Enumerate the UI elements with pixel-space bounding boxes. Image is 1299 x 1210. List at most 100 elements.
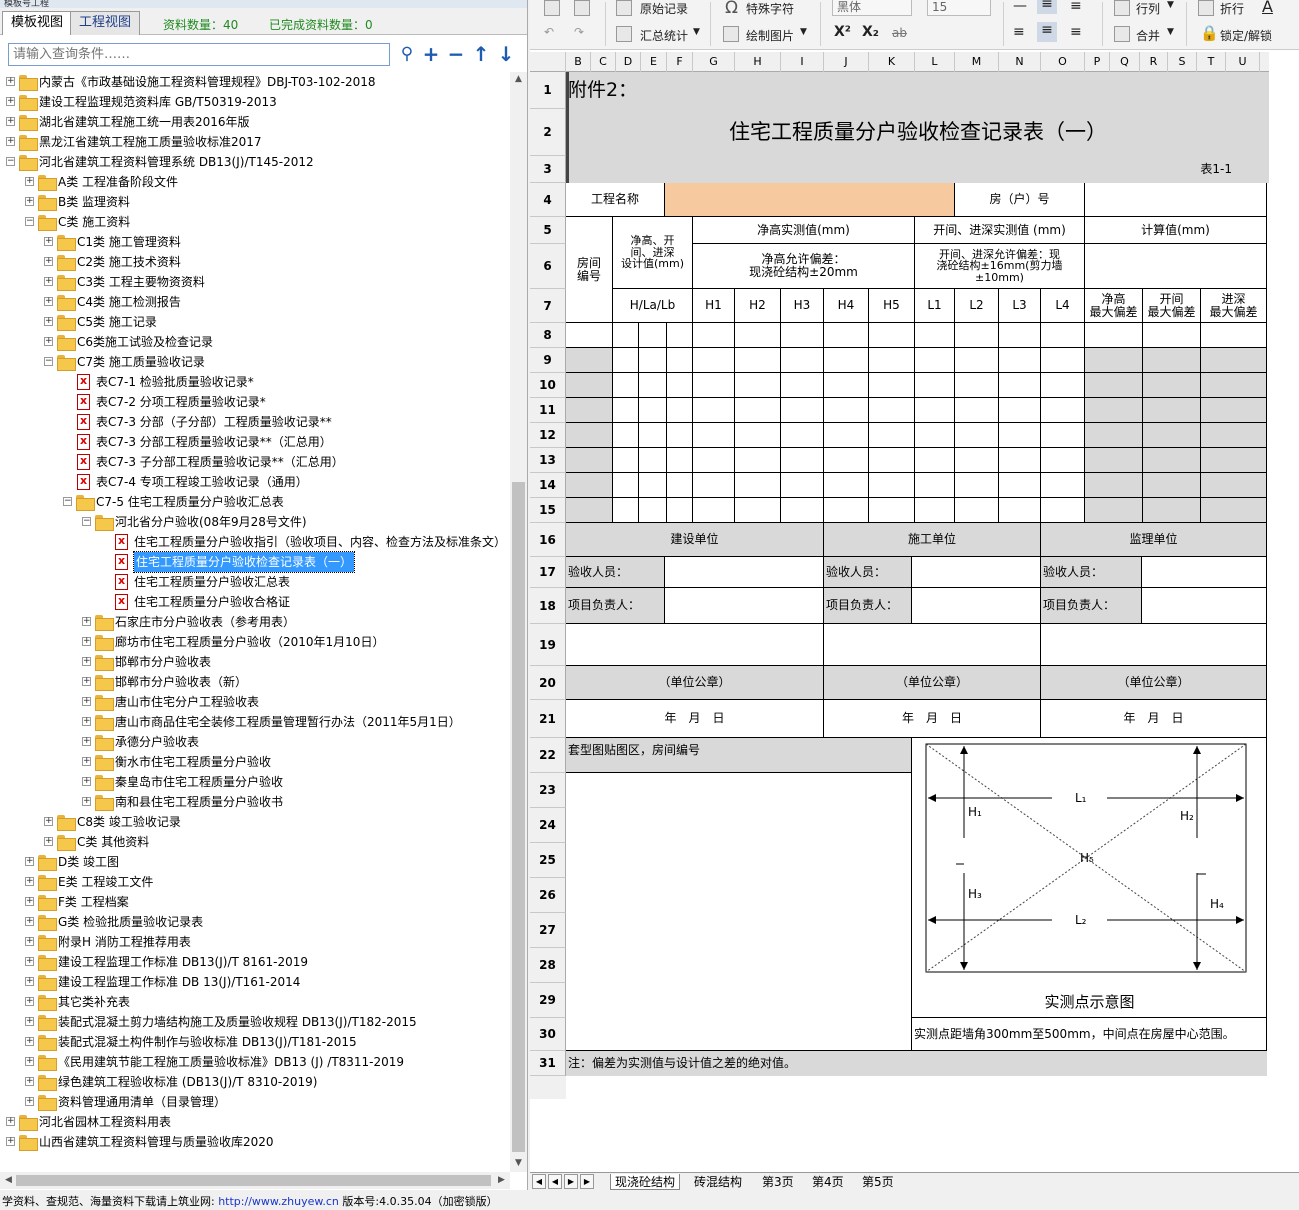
footnote[interactable]: 注：偏差为实测值与设计值之差的绝对值。 [566, 1051, 1267, 1076]
max-deviation-cell[interactable] [1201, 498, 1267, 523]
height-input-cell[interactable] [735, 448, 781, 473]
design-value-cell[interactable] [667, 473, 693, 498]
expand-icon[interactable]: + [82, 797, 91, 806]
date-label[interactable]: 年 月 日 [824, 700, 1041, 738]
max-deviation-cell[interactable] [1085, 473, 1143, 498]
expand-icon[interactable]: + [25, 1037, 34, 1046]
unit-header[interactable]: 监理单位 [1041, 523, 1267, 557]
row-header[interactable]: 26 [530, 878, 566, 913]
expand-icon[interactable]: + [44, 317, 53, 326]
room-number-cell[interactable] [566, 423, 613, 448]
tree-node-label[interactable]: 表C7-4 专项工程竣工验收记录（通用） [96, 472, 308, 492]
tree-node-label[interactable]: C7类 施工质量验收记录 [77, 352, 205, 372]
opening-input-cell[interactable] [955, 323, 999, 348]
tree-node-label-selected[interactable]: 住宅工程质量分户验收检查记录表（一） [132, 551, 356, 573]
expand-icon[interactable]: + [25, 1077, 34, 1086]
tree-node[interactable]: + 邯郸市分户验收表 [0, 652, 510, 672]
max-deviation-cell[interactable] [1201, 473, 1267, 498]
column-header[interactable]: L [915, 52, 955, 72]
height-input-cell[interactable] [735, 423, 781, 448]
max-deviation-cell[interactable] [1201, 323, 1267, 348]
project-name-label[interactable]: 工程名称 [566, 183, 665, 217]
special-char-button[interactable]: 特殊字符 [746, 0, 794, 17]
align-left-icon[interactable]: ≡ [1013, 24, 1025, 40]
tree-node[interactable]: + 南和县住宅工程质量分户验收书 [0, 792, 510, 812]
max-deviation-cell[interactable] [1085, 323, 1143, 348]
height-input-cell[interactable] [735, 323, 781, 348]
tree-node-label[interactable]: 表C7-2 分项工程质量验收记录* [96, 392, 266, 412]
room-number-header[interactable]: 房间 编号 [566, 217, 613, 323]
unit-seal-label[interactable]: （单位公章） [824, 666, 1041, 700]
max-deviation-cell[interactable] [1201, 348, 1267, 373]
original-record-button[interactable]: 原始记录 [640, 0, 688, 17]
tree-node[interactable]: 表C7-2 分项工程质量验收记录* [0, 392, 510, 412]
design-value-cell[interactable] [613, 373, 639, 398]
last-sheet-icon[interactable]: ▶ [580, 1174, 594, 1189]
chevron-down-icon[interactable]: ▼ [1167, 0, 1174, 10]
hla-header[interactable]: H/La/Lb [613, 289, 693, 323]
opening-input-cell[interactable] [955, 398, 999, 423]
collapse-icon[interactable]: − [6, 157, 15, 166]
tree-node-label[interactable]: 邯郸市分户验收表（新） [115, 672, 247, 692]
design-value-cell[interactable] [667, 398, 693, 423]
tree-node-label[interactable]: 河北省园林工程资料用表 [39, 1112, 171, 1132]
expand-icon[interactable]: + [82, 717, 91, 726]
opening-input-cell[interactable] [955, 473, 999, 498]
tree-node[interactable]: + C3类 工程主要物资资料 [0, 272, 510, 292]
height-tolerance-note[interactable]: 净高允许偏差： 现浇砼结构±20mm [693, 244, 915, 289]
column-header[interactable]: E [641, 52, 667, 72]
design-value-cell[interactable] [613, 398, 639, 423]
expand-icon[interactable]: + [82, 757, 91, 766]
height-input-cell[interactable] [693, 423, 735, 448]
opening-input-cell[interactable] [915, 473, 955, 498]
collapse-icon[interactable]: − [63, 497, 72, 506]
expand-icon[interactable]: + [25, 937, 34, 946]
expand-icon[interactable]: + [25, 1097, 34, 1106]
draw-image-button[interactable]: 绘制图片 [746, 27, 794, 44]
signature-field[interactable] [912, 557, 1041, 588]
tree-node-label[interactable]: 唐山市商品住宅全装修工程质量管理暂行办法（2011年5月1日） [115, 712, 461, 732]
opening-input-cell[interactable] [999, 348, 1041, 373]
design-value-cell[interactable] [667, 423, 693, 448]
h-column-header[interactable]: H5 [869, 289, 915, 323]
design-value-cell[interactable] [667, 448, 693, 473]
tree-node[interactable]: 表C7-4 专项工程竣工验收记录（通用） [0, 472, 510, 492]
design-value-cell[interactable] [613, 348, 639, 373]
column-header[interactable]: C [591, 52, 616, 72]
design-value-cell[interactable] [667, 348, 693, 373]
next-sheet-icon[interactable]: ▶ [564, 1174, 578, 1189]
move-up-icon[interactable]: ↑ [469, 42, 493, 68]
tree-node-label[interactable]: 黑龙江省建筑工程施工质量验收标准2017 [39, 132, 262, 152]
height-input-cell[interactable] [735, 373, 781, 398]
tree-node-label[interactable]: 资料管理通用清单（目录管理） [58, 1092, 226, 1112]
expand-icon[interactable]: + [25, 1057, 34, 1066]
l-column-header[interactable]: L2 [955, 289, 999, 323]
tree-node-label[interactable]: C2类 施工技术资料 [77, 252, 181, 272]
row-header[interactable]: 6 [530, 244, 566, 289]
form-title[interactable]: 住宅工程质量分户验收检查记录表（一） [568, 109, 1268, 156]
height-input-cell[interactable] [824, 498, 869, 523]
opening-input-cell[interactable] [955, 423, 999, 448]
height-input-cell[interactable] [693, 348, 735, 373]
superscript-button[interactable]: X² [834, 24, 851, 40]
scroll-right-icon[interactable]: ▶ [493, 1175, 510, 1185]
tree-node-label[interactable]: 装配式混凝土剪力墙结构施工及质量验收规程 DB13(J)/T182-2015 [58, 1012, 417, 1032]
height-input-cell[interactable] [824, 423, 869, 448]
expand-icon[interactable]: + [25, 857, 34, 866]
room-number-cell[interactable] [566, 448, 613, 473]
tree-node-label[interactable]: 河北省分户验收(08年9月28号文件) [115, 512, 307, 532]
column-header[interactable]: G [693, 52, 735, 72]
opening-input-cell[interactable] [1041, 498, 1085, 523]
row-header[interactable]: 19 [530, 624, 566, 666]
room-number-cell[interactable] [566, 373, 613, 398]
attachment-label[interactable]: 附件2： [568, 72, 698, 109]
tree-node[interactable]: + 承德分户验收表 [0, 732, 510, 752]
height-input-cell[interactable] [824, 398, 869, 423]
tree-node[interactable]: + G类 检验批质量验收记录表 [0, 912, 510, 932]
l-column-header[interactable]: L3 [999, 289, 1041, 323]
sheet-tab-page5[interactable]: 第5页 [858, 1174, 898, 1190]
design-value-cell[interactable] [613, 448, 639, 473]
tree-node[interactable]: + 唐山市住宅分户工程验收表 [0, 692, 510, 712]
font-name-select[interactable]: 黑体 [832, 0, 912, 16]
room-number-cell[interactable] [566, 323, 613, 348]
